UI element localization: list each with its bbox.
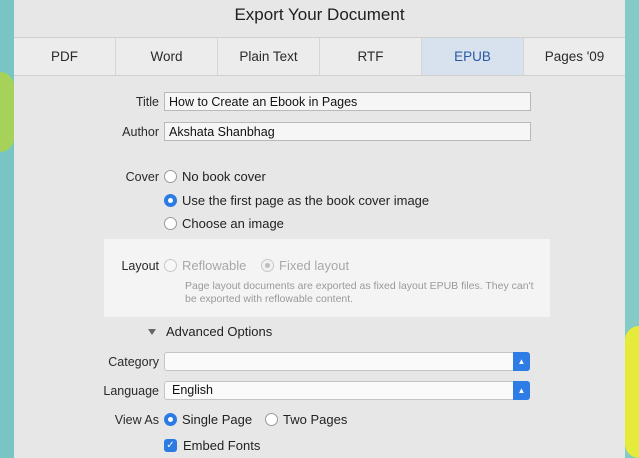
checkmark-icon: ✓	[164, 439, 177, 452]
radio-label: Two Pages	[283, 412, 348, 427]
radio-icon	[164, 259, 177, 272]
radio-icon	[265, 413, 278, 426]
export-dialog: Export Your Document PDF Word Plain Text…	[14, 0, 625, 458]
radio-label: Use the first page as the book cover ima…	[182, 193, 430, 208]
cover-option-none[interactable]: No book cover	[164, 169, 266, 184]
radio-icon	[164, 170, 177, 183]
select-arrows-icon: ▲	[513, 352, 530, 371]
select-arrows-icon: ▲	[513, 381, 530, 400]
radio-selected-icon	[164, 413, 177, 426]
viewas-option-two-pages[interactable]: Two Pages	[265, 412, 347, 427]
tab-epub[interactable]: EPUB	[422, 38, 524, 75]
layout-label: Layout	[121, 259, 159, 273]
radio-selected-icon	[261, 259, 274, 272]
advanced-options-label: Advanced Options	[166, 324, 273, 339]
title-label: Title	[135, 95, 159, 109]
background-left	[0, 0, 14, 458]
tab-pdf[interactable]: PDF	[14, 38, 116, 75]
category-label: Category	[108, 355, 159, 369]
dialog-title: Export Your Document	[234, 5, 405, 24]
radio-label: Fixed layout	[279, 258, 350, 273]
embed-fonts-checkbox[interactable]: ✓ Embed Fonts	[164, 438, 260, 453]
cover-option-first-page[interactable]: Use the first page as the book cover ima…	[164, 193, 429, 208]
title-field[interactable]: How to Create an Ebook in Pages	[164, 92, 531, 111]
radio-label: Choose an image	[182, 216, 284, 231]
cover-label: Cover	[125, 170, 159, 184]
disclosure-triangle-icon	[148, 328, 156, 335]
background-decoration	[625, 326, 639, 458]
layout-note: Page layout documents are exported as fi…	[185, 280, 534, 305]
category-select[interactable]: ▲	[164, 352, 530, 371]
cover-option-choose-image[interactable]: Choose an image	[164, 216, 284, 231]
language-value: English	[172, 383, 213, 397]
language-select[interactable]: English ▲	[164, 381, 530, 400]
language-label: Language	[103, 384, 159, 398]
format-tabs: PDF Word Plain Text RTF EPUB Pages '09	[14, 37, 625, 76]
viewas-label: View As	[114, 413, 159, 427]
tab-word[interactable]: Word	[116, 38, 218, 75]
advanced-options-toggle[interactable]: Advanced Options	[148, 324, 272, 339]
radio-label: Single Page	[182, 412, 253, 427]
tab-rtf[interactable]: RTF	[320, 38, 422, 75]
layout-option-reflowable[interactable]: Reflowable	[164, 258, 246, 273]
radio-label: No book cover	[182, 169, 266, 184]
embed-fonts-label: Embed Fonts	[183, 438, 261, 453]
radio-selected-icon	[164, 194, 177, 207]
radio-icon	[164, 217, 177, 230]
tab-pages-09[interactable]: Pages '09	[524, 38, 625, 75]
viewas-option-single-page[interactable]: Single Page	[164, 412, 252, 427]
author-field[interactable]: Akshata Shanbhag	[164, 122, 531, 141]
tab-plain-text[interactable]: Plain Text	[218, 38, 320, 75]
background-decoration	[0, 72, 14, 152]
layout-option-fixed[interactable]: Fixed layout	[261, 258, 349, 273]
radio-label: Reflowable	[182, 258, 247, 273]
author-label: Author	[122, 125, 159, 139]
